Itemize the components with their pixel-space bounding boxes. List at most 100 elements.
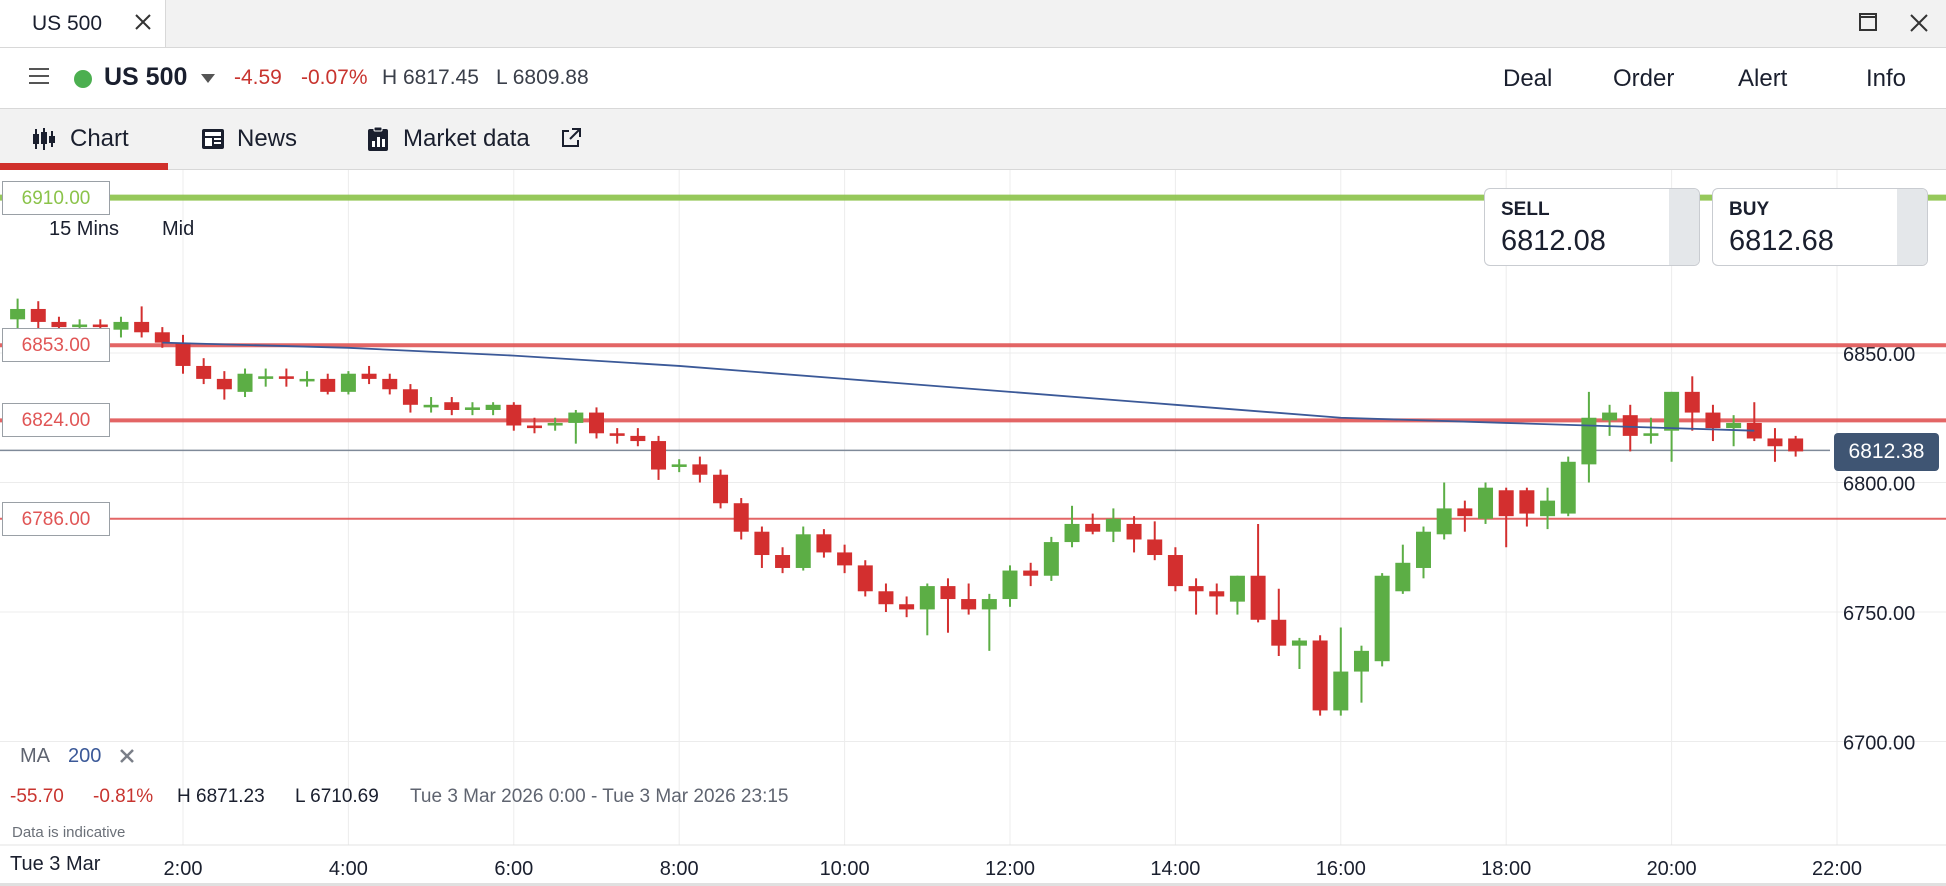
candle-body [1395, 562, 1411, 592]
buy-button[interactable]: BUY 6812.68 [1712, 188, 1928, 266]
candle-body [899, 604, 915, 610]
candle-body [1229, 575, 1245, 602]
remove-indicator-icon[interactable] [119, 748, 135, 764]
candle-body [878, 591, 894, 605]
indicator-name: MA [20, 745, 50, 767]
chevron-down-icon[interactable] [200, 72, 216, 84]
external-link-icon [562, 128, 581, 147]
close-icon[interactable] [132, 11, 154, 33]
candle-body [51, 321, 67, 328]
candle-body [671, 464, 687, 467]
candle-body [1540, 500, 1556, 517]
level-tag-6824[interactable]: 6824.00 [2, 403, 110, 438]
buy-side-strip [1897, 189, 1927, 265]
candle-body [1126, 523, 1142, 540]
level-tag-6853[interactable]: 6853.00 [2, 328, 110, 363]
timeframe-selector[interactable]: 15 Mins [49, 218, 119, 241]
tab-title: US 500 [32, 12, 103, 35]
period-change-percent: -0.81% [93, 786, 154, 807]
candle-body [506, 404, 522, 426]
tab-market-data-label: Market data [403, 125, 530, 152]
candle-body [1002, 570, 1018, 600]
candle-body [1602, 412, 1618, 421]
candle-body [444, 402, 460, 410]
candle-body [775, 555, 791, 568]
candlestick-icon [33, 128, 55, 150]
candle-body [237, 373, 253, 392]
candle-body [464, 407, 480, 410]
candle-body [1498, 490, 1514, 517]
candle-body [340, 373, 356, 392]
sell-price: 6812.08 [1501, 225, 1606, 257]
x-tick-label: 20:00 [1647, 858, 1697, 880]
candle-body [1788, 438, 1804, 452]
candle-body [940, 586, 956, 600]
candle-body [1312, 640, 1328, 711]
market-tab[interactable]: US 500 [0, 0, 166, 47]
daily-low: L 6809.88 [496, 66, 589, 89]
tab-market-data[interactable]: Market data [360, 109, 590, 169]
candle-body [382, 378, 398, 390]
candle-body [1043, 542, 1059, 576]
alert-button[interactable]: Alert [1738, 65, 1787, 93]
price-type-selector[interactable]: Mid [162, 218, 194, 241]
candle-body [154, 332, 170, 343]
candle-body [1664, 391, 1680, 431]
candle-body [10, 308, 26, 320]
candle-body [1684, 391, 1700, 413]
level-tag-6786[interactable]: 6786.00 [2, 501, 110, 536]
candle-body [1478, 487, 1494, 519]
candle-body [857, 565, 873, 592]
window-close-icon[interactable] [1908, 12, 1930, 34]
candle-body [92, 324, 108, 328]
clipboard-chart-icon [368, 126, 388, 151]
candle-body [1622, 415, 1638, 436]
candle-body [1064, 523, 1080, 543]
y-tick-label: 6700.00 [1843, 733, 1915, 755]
period-high: H 6871.23 [177, 786, 265, 807]
price-chart[interactable]: 2:00 4:00 6:00 8:00 10:00 12:00 14:00 16:00 18:0… [0, 170, 1946, 884]
y-tick-label: 6750.00 [1843, 603, 1915, 625]
tab-chart[interactable]: Chart [0, 109, 168, 170]
candle-body [1105, 518, 1121, 532]
order-button[interactable]: Order [1613, 65, 1674, 93]
candle-body [1209, 591, 1225, 597]
candle-body [134, 321, 150, 333]
candle-body [651, 441, 667, 470]
x-tick-label: 2:00 [164, 858, 203, 880]
candle-body [713, 474, 729, 504]
market-name[interactable]: US 500 [104, 63, 187, 92]
candle-body [1291, 640, 1307, 646]
candle-body [299, 378, 315, 382]
candle-body [733, 503, 749, 532]
candle-body [1271, 619, 1287, 646]
candle-body [1188, 586, 1204, 592]
candle-body [961, 599, 977, 610]
candle-body [423, 404, 439, 408]
x-tick-label: 22:00 [1812, 858, 1862, 880]
tab-news[interactable]: News [190, 109, 320, 169]
current-price-tag: 6812.38 [1834, 433, 1939, 471]
data-disclaimer: Data is indicative [12, 824, 126, 841]
maximize-icon[interactable] [1858, 12, 1878, 32]
level-tag-6910[interactable]: 6910.00 [2, 180, 110, 215]
tab-news-label: News [237, 125, 298, 152]
info-button[interactable]: Info [1866, 65, 1906, 93]
candle-body [361, 373, 377, 379]
hamburger-menu-icon[interactable] [28, 66, 50, 86]
y-tick-label: 6800.00 [1843, 474, 1915, 496]
candle-body [175, 342, 191, 366]
indicator-period: 200 [68, 745, 102, 767]
candle-body [630, 435, 646, 442]
x-tick-label: 10:00 [820, 858, 870, 880]
period-range: Tue 3 Mar 2026 0:00 - Tue 3 Mar 2026 23:… [410, 786, 789, 807]
candle-body [1250, 575, 1266, 620]
period-low: L 6710.69 [295, 786, 379, 807]
sell-button[interactable]: SELL 6812.08 [1484, 188, 1700, 266]
candle-body [1457, 508, 1473, 517]
candle-body [30, 308, 46, 322]
y-tick-label: 6850.00 [1843, 344, 1915, 366]
deal-button[interactable]: Deal [1503, 65, 1552, 93]
date-label: Tue 3 Mar [10, 853, 101, 875]
buy-price: 6812.68 [1729, 225, 1834, 257]
